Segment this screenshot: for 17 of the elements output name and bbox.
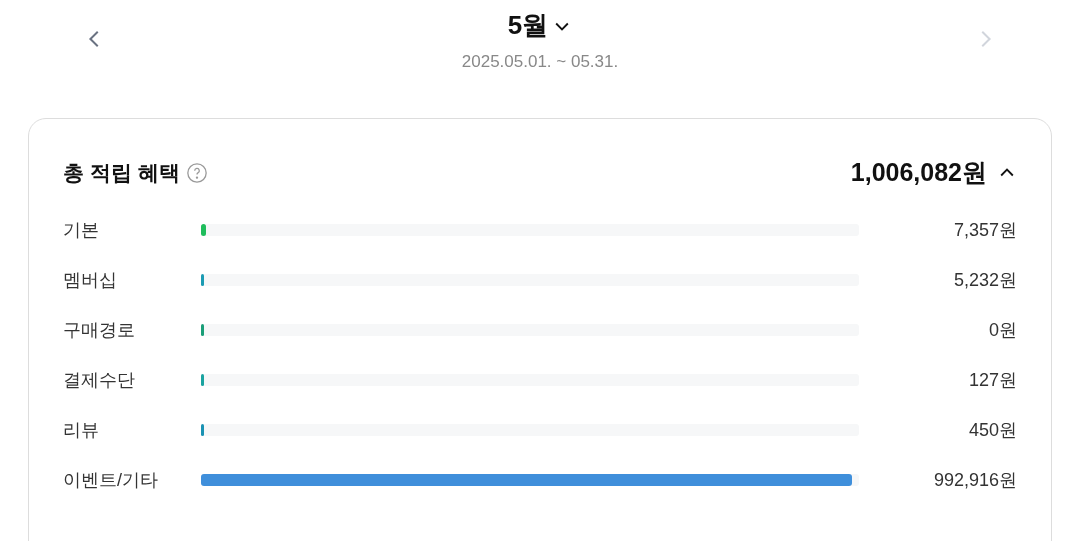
benefit-amount: 992,916원 xyxy=(932,468,1017,492)
benefit-amount: 450원 xyxy=(967,418,1017,442)
benefit-label: 기본 xyxy=(63,218,100,242)
benefit-amount: 127원 xyxy=(967,368,1017,392)
help-icon[interactable] xyxy=(185,162,208,184)
month-title[interactable]: 5월 xyxy=(507,6,549,45)
benefit-amount: 5,232원 xyxy=(952,268,1017,292)
benefit-amount: 7,357원 xyxy=(952,218,1017,242)
benefit-label: 멤버십 xyxy=(63,268,118,292)
benefit-label: 결제수단 xyxy=(63,368,136,392)
benefit-label: 구매경로 xyxy=(63,318,136,342)
total-amount: 1,006,082원 xyxy=(850,157,987,189)
benefit-label: 이벤트/기타 xyxy=(63,468,159,492)
card-title: 총 적립 혜택 xyxy=(63,160,180,187)
benefit-amount: 0원 xyxy=(988,318,1017,342)
benefit-label: 리뷰 xyxy=(63,418,100,442)
date-range: 2025.05.01. ~ 05.31. xyxy=(461,51,619,73)
